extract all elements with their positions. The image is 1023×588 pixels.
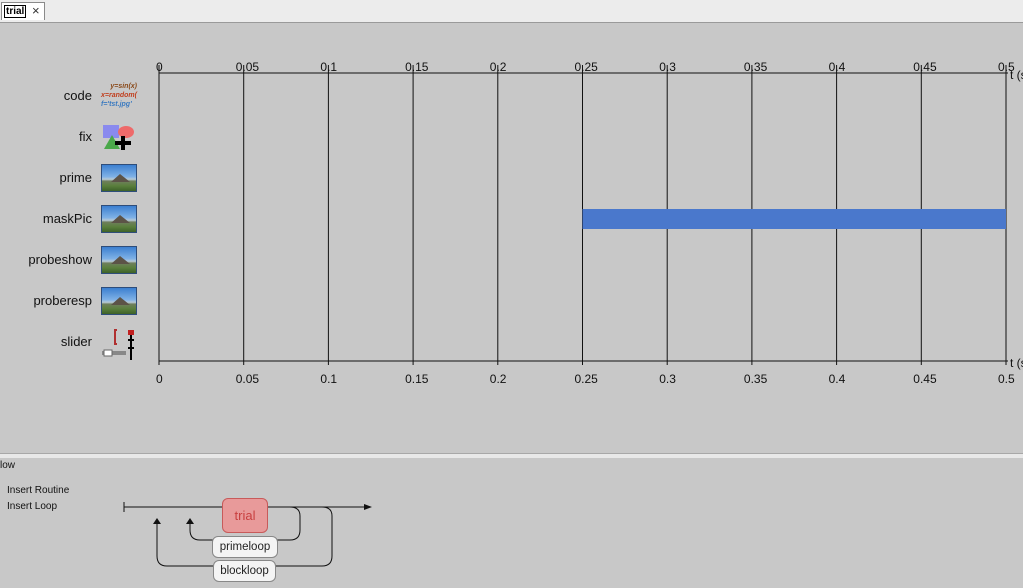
component-bar-maskPic[interactable]	[582, 209, 1007, 229]
primeloop-arrow	[186, 518, 194, 524]
tick-label-top: 0.4	[829, 60, 846, 74]
tick-label-top: 0.25	[575, 60, 599, 74]
flow-diagram	[123, 502, 372, 567]
tick-label-top: 0.35	[744, 60, 768, 74]
blockloop-arrow	[153, 518, 161, 524]
tick-label-bottom: 0.5	[998, 372, 1015, 386]
image-icon[interactable]	[101, 246, 137, 274]
code-icon[interactable]: y=sin(x) x=random(f='tst.jpg'	[101, 82, 137, 110]
routine-timeline: 0 0 0.05 0.05 0.1 0.1 0.15 0.15 0.2 0.2 0.25 0.25 0.…	[0, 23, 1023, 453]
loop-blockloop[interactable]: blockloop	[213, 560, 276, 582]
axis-label-bottom: t (s	[1010, 356, 1023, 370]
tick-label-top: 0.1	[320, 60, 337, 74]
close-icon[interactable]: ×	[32, 3, 40, 18]
tick-label-top: 0.15	[405, 60, 429, 74]
image-icon[interactable]	[101, 164, 137, 192]
image-icon[interactable]	[101, 205, 137, 233]
tick-label-bottom: 0	[156, 372, 163, 386]
component-label-slider[interactable]: slider	[0, 334, 92, 349]
routine-trial[interactable]: trial	[222, 498, 268, 533]
tick-label-top: 0.45	[913, 60, 937, 74]
component-label-proberesp[interactable]: proberesp	[0, 293, 92, 308]
tick-label-bottom: 0.35	[744, 372, 768, 386]
tab-trial[interactable]: trial ×	[1, 2, 45, 20]
component-label-maskPic[interactable]: maskPic	[0, 211, 92, 226]
flow-arrow-head	[364, 504, 372, 510]
tick-label-top: 0.2	[490, 60, 507, 74]
image-icon[interactable]	[101, 287, 137, 315]
component-label-code[interactable]: code	[0, 88, 92, 103]
fixation-icon[interactable]	[101, 123, 137, 151]
slider-icon[interactable]	[101, 328, 137, 360]
tick-label-bottom: 0.2	[490, 372, 507, 386]
tick-label-bottom: 0.15	[405, 372, 429, 386]
flow-panel: low Insert Routine Insert Loop trial pri…	[0, 458, 1023, 588]
loop-primeloop[interactable]: primeloop	[212, 536, 278, 558]
timeline-grid: 0 0 0.05 0.05 0.1 0.1 0.15 0.15 0.2 0.2 0.25 0.25 0.…	[156, 60, 1023, 386]
tick-label-bottom: 0.3	[659, 372, 676, 386]
component-label-probeshow[interactable]: probeshow	[0, 252, 92, 267]
tab-title: trial	[4, 5, 27, 18]
axis-label-top: t (s	[1010, 68, 1023, 82]
component-label-prime[interactable]: prime	[0, 170, 92, 185]
tick-label-top: 0.3	[659, 60, 676, 74]
tick-label-top: 0.05	[236, 60, 260, 74]
tick-label-bottom: 0.25	[575, 372, 599, 386]
tick-label-bottom: 0.45	[913, 372, 937, 386]
tick-label-bottom: 0.1	[320, 372, 337, 386]
component-label-fix[interactable]: fix	[0, 129, 92, 144]
tab-bar: trial ×	[0, 0, 1023, 23]
tick-label-bottom: 0.4	[829, 372, 846, 386]
tick-label-top: 0	[156, 60, 163, 74]
tick-label-bottom: 0.05	[236, 372, 260, 386]
